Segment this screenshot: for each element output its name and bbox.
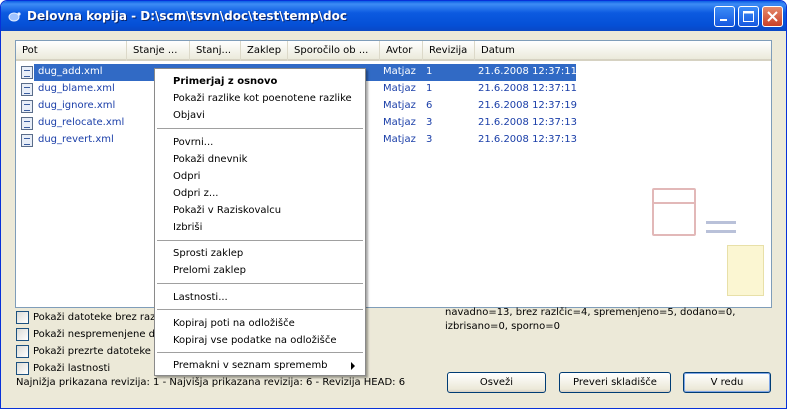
minimize-button[interactable] [714,6,735,27]
file-list[interactable]: Pot Stanje ... Stanj... Zaklep Sporočilo… [15,40,772,308]
row-date: 21.6.2008 12:37:13 [478,134,577,145]
column-header-date[interactable]: Datum [475,41,771,61]
xml-file-icon [21,100,33,113]
xml-file-icon [21,134,33,147]
checkbox-box[interactable] [16,328,29,341]
row-date: 21.6.2008 12:37:13 [478,117,577,128]
row-revision: 3 [426,134,433,145]
menu-item-properties[interactable]: Lastnosti... [173,290,228,305]
row-date: 21.6.2008 12:37:11 [478,66,577,77]
row-date: 21.6.2008 12:37:11 [478,83,577,94]
row-path: dug_blame.xml [38,83,115,94]
context-menu: Primerjaj z osnovo Pokaži razlike kot po… [154,68,366,376]
status-summary-line: navadno=13, brez razlčic=4, spremenjeno=… [445,307,736,318]
row-path: dug_relocate.xml [38,117,125,128]
revision-info: Najnižja prikazana revizija: 1 - Najvišj… [16,377,406,388]
close-button[interactable] [762,6,783,27]
list-header: Pot Stanje ... Stanj... Zaklep Sporočilo… [16,41,771,61]
refresh-button[interactable]: Osveži [447,372,546,393]
row-author: Matjaz [383,83,416,94]
xml-file-icon [21,117,33,130]
row-path: dug_ignore.xml [38,100,116,111]
menu-item-release-lock[interactable]: Sprosti zaklep [173,246,243,261]
column-header-revision[interactable]: Revizija [423,41,475,61]
column-header-lock-comment[interactable]: Sporočilo ob ... [288,41,380,61]
title-bar[interactable]: Delovna kopija - D:\scm\tsvn\doc\test\te… [1,1,786,31]
column-header-path[interactable]: Pot [16,41,127,61]
menu-item-open[interactable]: Odpri [173,169,200,184]
watermark-equals-icon [706,230,736,233]
column-header-property-status[interactable]: Stanj... [190,41,241,61]
menu-item-compare-with-base[interactable]: Primerjaj z osnovo [173,74,277,89]
xml-file-icon [21,83,33,96]
row-author: Matjaz [383,117,416,128]
column-header-author[interactable]: Avtor [380,41,423,61]
minimize-icon [720,19,727,21]
menu-separator [157,309,363,310]
menu-item-copy-paths[interactable]: Kopiraj poti na odložišče [173,316,295,331]
row-path: dug_add.xml [38,66,103,77]
checkbox-label: Pokaži prezrte datoteke [33,346,151,357]
checkbox-label: Pokaži lastnosti [33,363,111,374]
submenu-arrow-icon [351,362,355,370]
menu-item-commit[interactable]: Objavi [173,108,205,123]
row-date: 21.6.2008 12:37:19 [478,100,577,111]
watermark-document-icon [652,188,696,236]
menu-separator [157,283,363,284]
menu-separator [157,240,363,241]
status-summary: navadno=13, brez razlčic=4, spremenjeno=… [445,306,765,334]
checkbox-label: Pokaži nespremenjene da [33,329,162,340]
menu-item-show-unified-diff[interactable]: Pokaži razlike kot poenotene razlike [173,91,352,106]
maximize-icon [743,11,754,22]
row-author: Matjaz [383,134,416,145]
menu-item-show-in-explorer[interactable]: Pokaži v Raziskovalcu [173,203,281,218]
maximize-button[interactable] [738,6,759,27]
tortoise-app-icon [8,12,21,22]
menu-item-move-to-changelist[interactable]: Premakni v seznam sprememb [173,358,363,373]
row-revision: 1 [426,83,433,94]
window-title: Delovna kopija - D:\scm\tsvn\doc\test\te… [27,9,347,23]
checkbox-box[interactable] [16,311,29,324]
menu-item-open-with[interactable]: Odpri z... [173,186,218,201]
ok-button[interactable]: V redu [683,372,771,393]
row-revision: 1 [426,66,433,77]
row-revision: 3 [426,117,433,128]
dialog-client-area: Pot Stanje ... Stanj... Zaklep Sporočilo… [4,31,783,406]
check-repository-button[interactable]: Preveri skladišče [559,372,671,393]
watermark-equals-icon [706,221,736,224]
checkbox-label: Pokaži datoteke brez razli [33,312,161,323]
menu-item-copy-all-data[interactable]: Kopiraj vse podatke na odložišče [173,333,336,348]
row-author: Matjaz [383,66,416,77]
row-path: dug_revert.xml [38,134,114,145]
menu-item-show-log[interactable]: Pokaži dnevnik [173,152,247,167]
status-summary-line: izbrisano=0, sporno=0 [445,321,560,332]
checkbox-box[interactable] [16,345,29,358]
menu-item-revert[interactable]: Povrni... [173,135,213,150]
menu-separator [157,128,363,129]
xml-file-icon [21,66,33,79]
close-icon [767,11,778,22]
row-revision: 6 [426,100,433,111]
menu-item-label: Premakni v seznam sprememb [173,360,328,371]
watermark-note-icon [727,245,764,296]
column-header-text-status[interactable]: Stanje ... [127,41,190,61]
working-copy-window: Delovna kopija - D:\scm\tsvn\doc\test\te… [0,0,787,409]
menu-item-delete[interactable]: Izbriši [173,220,202,235]
row-author: Matjaz [383,100,416,111]
checkbox-box[interactable] [16,362,29,375]
column-header-lock[interactable]: Zaklep [241,41,288,61]
menu-separator [157,352,363,353]
menu-item-break-lock[interactable]: Prelomi zaklep [173,263,246,278]
